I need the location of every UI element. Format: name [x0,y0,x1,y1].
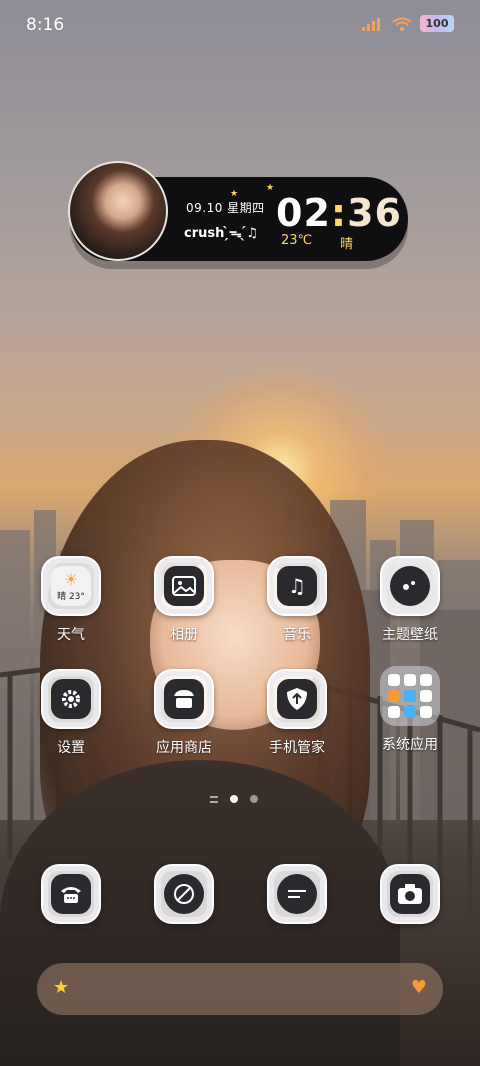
compass-icon [174,884,194,904]
app-label: 应用商店 [156,740,212,756]
widget-avatar [68,161,168,261]
security-shield-icon [267,669,327,729]
gear-icon [62,690,80,708]
widget-date: 09.10 星期四 [186,201,265,215]
telephone-icon [61,887,81,903]
star-decoration-icon: ★ [266,183,275,193]
widget-text: crush ̗̀ᯓ ̖́♫ [184,226,258,241]
status-bar: 8:16 100 [0,0,480,50]
dock-messages[interactable] [247,864,347,924]
status-icons: 100 [362,15,454,32]
heart-icon: ♥ [410,977,427,998]
clock-colon: : [330,191,348,235]
weather-icon-text: 晴 23° [57,592,85,602]
app-gallery[interactable]: 相册 [134,556,234,644]
app-folder-system[interactable]: 系统应用 [360,666,460,754]
camera-body-icon [398,884,422,904]
page-dot[interactable] [250,795,258,803]
themes-icon [380,556,440,616]
settings-gear-icon [41,669,101,729]
shop-icon [174,690,194,708]
page-dot-active[interactable] [230,795,238,803]
app-weather[interactable]: ☀ 晴 23° 天气 [21,556,121,644]
message-lines-icon [288,890,306,898]
app-security[interactable]: 手机管家 [247,669,347,757]
folder-icon [380,666,440,726]
messages-icon [267,864,327,924]
status-time: 8:16 [26,15,65,35]
app-music[interactable]: ♫ 音乐 [247,556,347,644]
app-themes[interactable]: 主题壁纸 [360,556,460,644]
app-label: 天气 [57,627,85,643]
dock-browser[interactable] [134,864,234,924]
browser-icon [154,864,214,924]
star-decoration-icon: ★ [230,189,239,199]
wifi-icon [392,17,412,31]
clock-hours: 02 [276,191,331,235]
battery-icon: 100 [420,15,454,32]
shield-icon [287,688,307,710]
page-indicator[interactable] [210,795,258,803]
dock-camera[interactable] [360,864,460,924]
app-store-icon [154,669,214,729]
app-label: 相册 [170,627,198,643]
picture-icon [172,576,196,596]
app-label: 系统应用 [382,737,438,753]
app-label: 音乐 [283,627,311,643]
dock-phone[interactable] [21,864,121,924]
signal-icon [362,17,380,31]
app-label: 设置 [57,740,85,756]
camera-icon [380,864,440,924]
app-settings[interactable]: 设置 [21,669,121,757]
music-icon: ♫ [267,556,327,616]
star-icon: ★ [53,977,70,998]
widget-temperature: 23℃ [281,233,313,248]
gallery-icon [154,556,214,616]
palette-icon [403,581,415,590]
sun-cloud-icon: ☀ [63,570,79,589]
app-store[interactable]: 应用商店 [134,669,234,757]
app-label: 手机管家 [269,740,325,756]
music-note-icon: ♫ [277,566,317,606]
app-label: 主题壁纸 [382,627,438,643]
search-bar[interactable]: ★ ♥ [37,963,443,1015]
widget-weather: 晴 [340,237,354,252]
feed-page-indicator[interactable] [210,795,218,803]
clock-minutes: 36 [347,191,402,235]
phone-icon [41,864,101,924]
weather-icon: ☀ 晴 23° [41,556,101,616]
widget-clock: 02:36 [276,191,402,235]
clock-widget[interactable]: ★ ★ 09.10 星期四 crush ̗̀ᯓ ̖́♫ 02:36 23℃ 晴 [68,161,408,261]
